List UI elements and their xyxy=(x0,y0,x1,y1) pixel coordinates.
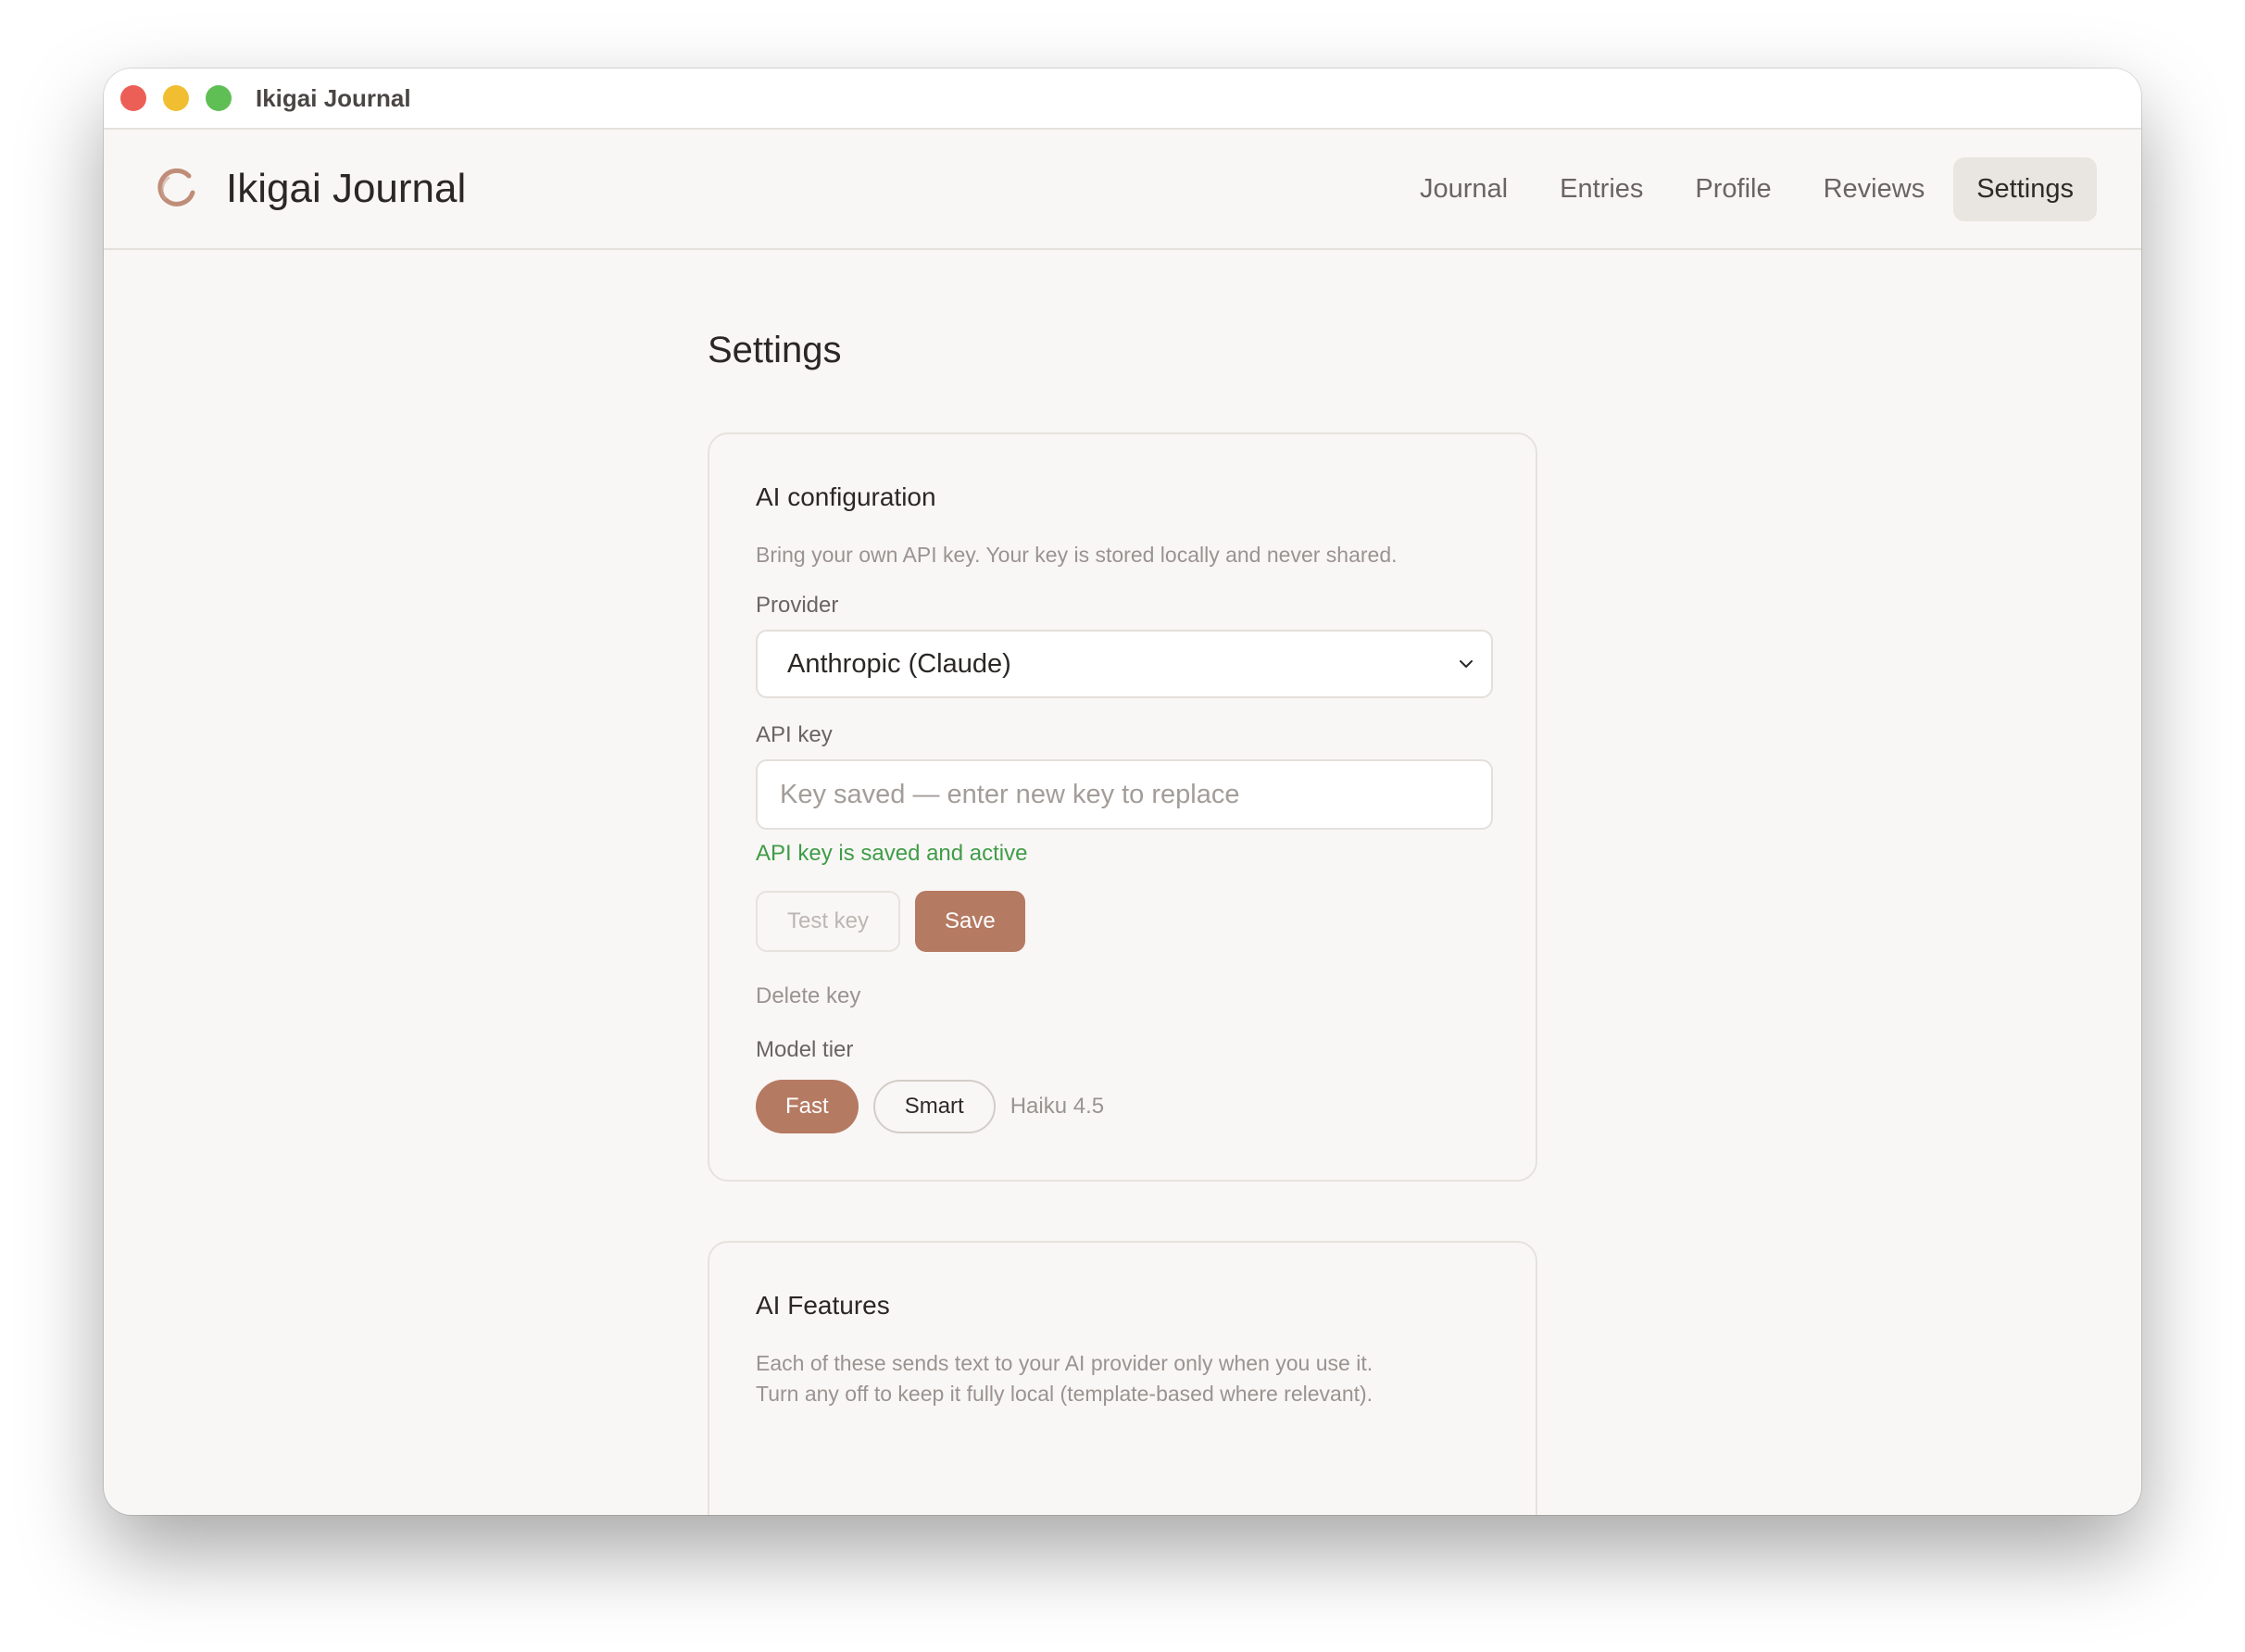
zoom-window-button[interactable] xyxy=(206,85,232,111)
card-title: AI Features xyxy=(756,1291,890,1320)
test-key-button[interactable]: Test key xyxy=(756,891,901,952)
settings-content: Settings AI configuration Bring your own… xyxy=(708,250,1537,1515)
ai-features-card: AI Features Each of these sends text to … xyxy=(708,1241,1537,1515)
api-key-label: API key xyxy=(756,722,833,747)
card-title: AI configuration xyxy=(756,482,936,511)
nav-reviews[interactable]: Reviews xyxy=(1800,157,1949,221)
chevron-down-icon xyxy=(1460,660,1473,668)
tier-model-name: Haiku 4.5 xyxy=(1010,1094,1105,1119)
provider-select[interactable]: Anthropic (Claude) xyxy=(756,630,1493,698)
card-description-line: Turn any off to keep it fully local (tem… xyxy=(756,1382,1373,1406)
enso-logo-icon xyxy=(157,168,195,206)
model-tier-label: Model tier xyxy=(756,1037,854,1062)
nav-settings[interactable]: Settings xyxy=(1953,156,2097,221)
ai-configuration-card: AI configuration Bring your own API key.… xyxy=(708,432,1537,1182)
app-header: Ikigai Journal Journal Entries Profile R… xyxy=(104,130,2141,250)
provider-selected-value: Anthropic (Claude) xyxy=(787,648,1011,679)
nav-profile[interactable]: Profile xyxy=(1672,157,1794,221)
card-description: Bring your own API key. Your key is stor… xyxy=(756,543,1398,567)
tier-smart-button[interactable]: Smart xyxy=(872,1080,996,1133)
app-window: Ikigai Journal Ikigai Journal Journal En… xyxy=(104,69,2141,1515)
delete-key-link[interactable]: Delete key xyxy=(756,983,860,1009)
model-tier-selector: Fast Smart Haiku 4.5 xyxy=(756,1080,1489,1133)
page-title: Settings xyxy=(708,330,842,370)
provider-label: Provider xyxy=(756,593,839,618)
app-title: Ikigai Journal xyxy=(226,166,467,211)
api-key-input[interactable] xyxy=(756,759,1493,830)
card-description-line: Each of these sends text to your AI prov… xyxy=(756,1351,1373,1375)
key-actions: Test key Save xyxy=(756,891,1489,952)
nav-journal[interactable]: Journal xyxy=(1397,157,1531,221)
save-button[interactable]: Save xyxy=(915,891,1025,952)
nav-entries[interactable]: Entries xyxy=(1536,157,1666,221)
title-bar: Ikigai Journal xyxy=(104,69,2141,130)
tier-fast-button[interactable]: Fast xyxy=(756,1080,859,1133)
api-key-status: API key is saved and active xyxy=(756,841,1028,866)
minimize-window-button[interactable] xyxy=(163,85,189,111)
close-window-button[interactable] xyxy=(120,85,146,111)
window-title: Ikigai Journal xyxy=(256,83,411,112)
card-description: Each of these sends text to your AI prov… xyxy=(756,1348,1489,1409)
main-nav: Journal Entries Profile Reviews Settings xyxy=(1391,156,2097,221)
